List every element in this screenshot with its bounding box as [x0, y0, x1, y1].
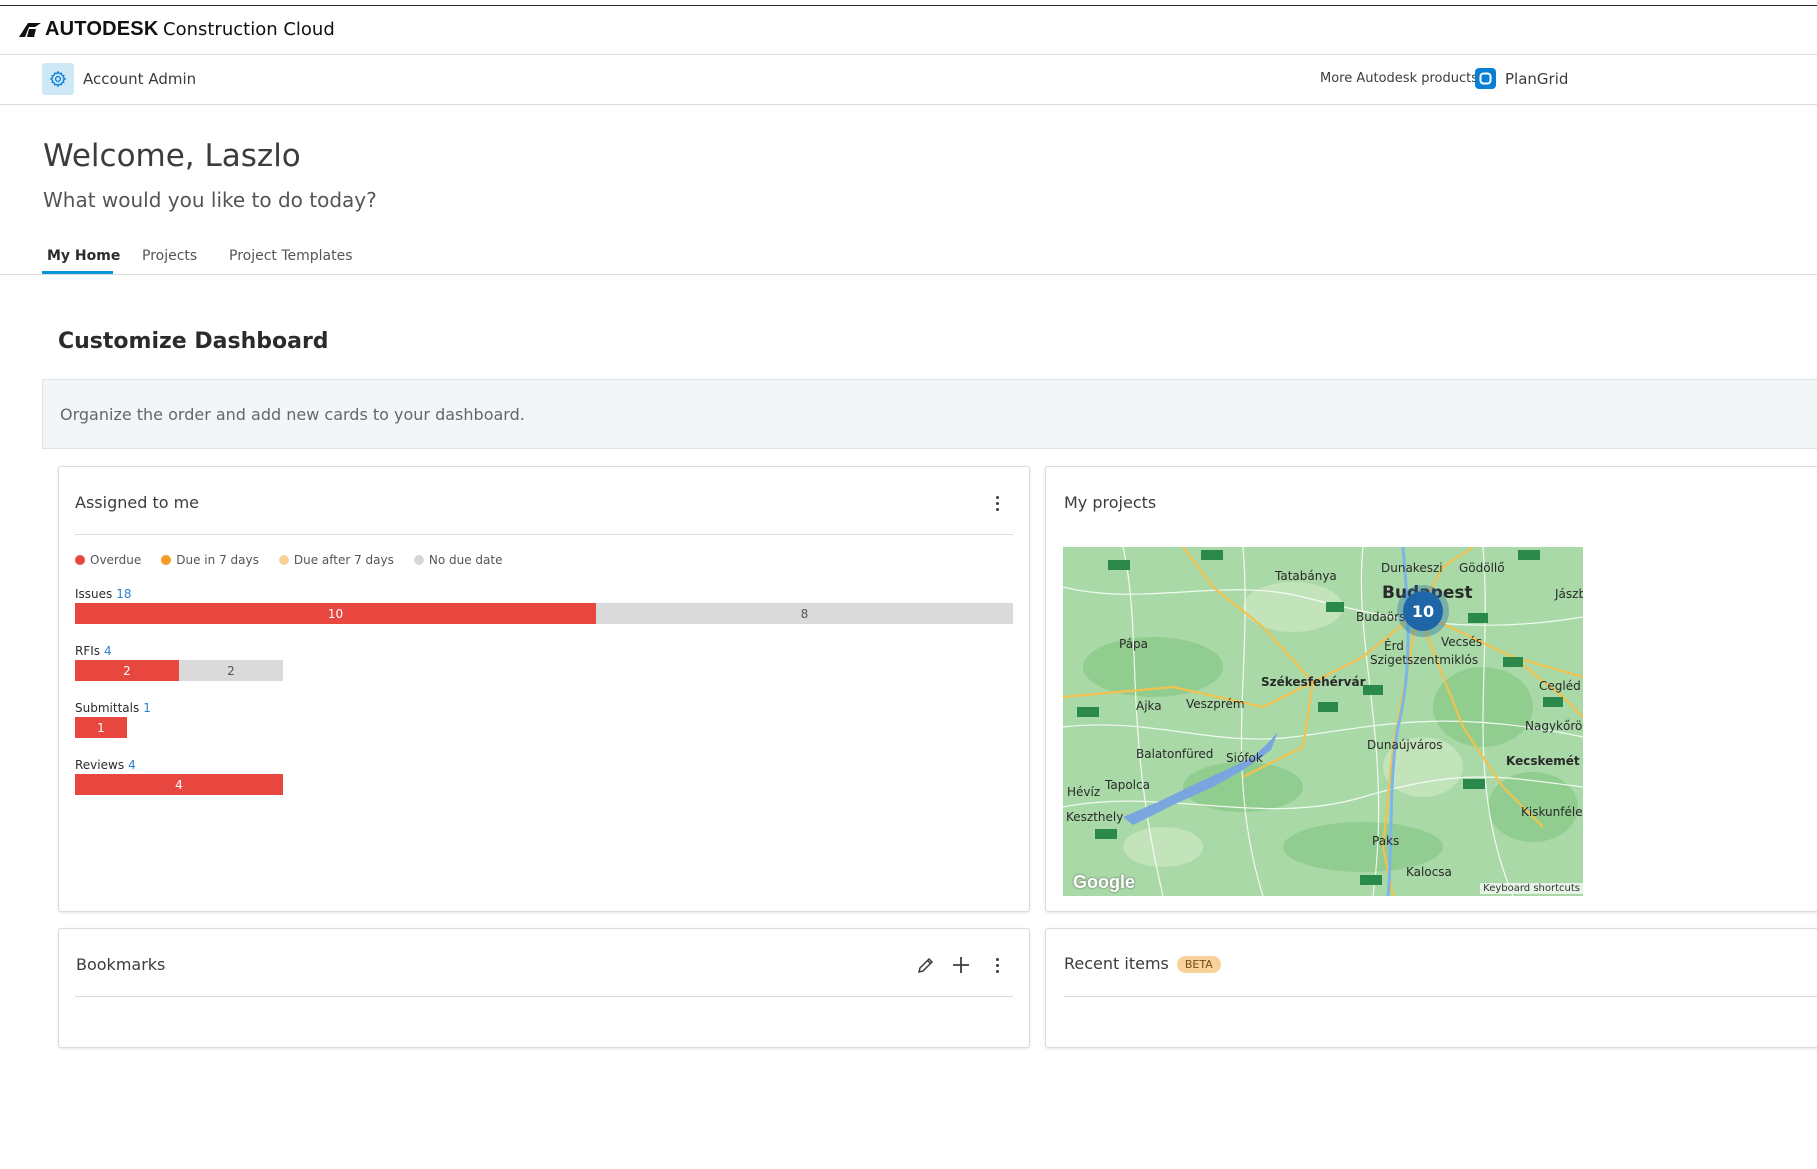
- legend-dot: [75, 555, 85, 565]
- welcome-title: Welcome, Laszlo: [43, 138, 301, 174]
- map-place-label: Jászberény: [1555, 587, 1583, 601]
- card-title: Recent items BETA: [1064, 954, 1221, 973]
- map-place-label: Kiskunfélegyháza: [1521, 805, 1583, 819]
- map-place-label: Ajka: [1136, 699, 1162, 713]
- more-options-icon[interactable]: [987, 953, 1007, 977]
- map-place-label: Vecsés: [1441, 635, 1483, 649]
- active-tab-indicator: [42, 271, 113, 274]
- map-place-label: Kalocsa: [1406, 865, 1452, 879]
- issues-no-due-bar[interactable]: 8: [596, 603, 1013, 624]
- more-options-icon[interactable]: [987, 491, 1007, 515]
- map-place-label: Paks: [1372, 834, 1400, 848]
- card-divider: [75, 534, 1013, 535]
- map-place-label: Nagykőrös: [1525, 719, 1583, 733]
- legend-dot: [278, 555, 289, 565]
- reviews-overdue-bar[interactable]: 4: [75, 774, 283, 795]
- bookmarks-card: Bookmarks: [58, 928, 1030, 1048]
- tab-projects[interactable]: Projects: [142, 248, 197, 264]
- submittals-label[interactable]: Submittals 1: [75, 701, 151, 715]
- map-place-label: Érd: [1384, 639, 1404, 653]
- keyboard-shortcuts-link[interactable]: Keyboard shortcuts: [1480, 883, 1583, 894]
- edit-pencil-icon[interactable]: [914, 953, 938, 977]
- brand-bar: AUTODESK Construction Cloud: [0, 6, 1817, 55]
- plangrid-icon[interactable]: [1475, 68, 1496, 89]
- card-title: My projects: [1064, 493, 1157, 512]
- legend-item-no-due[interactable]: No due date: [413, 553, 503, 567]
- map-place-label: Tapolca: [1105, 778, 1150, 792]
- card-divider: [1064, 996, 1817, 997]
- more-products-link[interactable]: More Autodesk products: [1320, 71, 1478, 86]
- legend-label: Due in 7 days: [176, 553, 259, 567]
- map-place-label: Hévíz: [1067, 785, 1101, 799]
- recent-items-card: Recent items BETA: [1045, 928, 1817, 1048]
- plangrid-link[interactable]: PlanGrid: [1505, 70, 1568, 88]
- rfis-no-due-bar[interactable]: 2: [179, 660, 283, 681]
- map-place-label: Siófok: [1226, 751, 1263, 765]
- map-place-label: Budaörs: [1356, 610, 1406, 624]
- legend-item-due-after-7[interactable]: Due after 7 days: [278, 553, 394, 567]
- submittals-overdue-bar[interactable]: 1: [75, 717, 127, 738]
- info-banner: Organize the order and add new cards to …: [42, 379, 1817, 449]
- tab-my-home[interactable]: My Home: [47, 248, 120, 264]
- map-place-label: Gödöllő: [1459, 561, 1505, 575]
- gear-icon[interactable]: [42, 63, 74, 95]
- map-place-label: Cegléd: [1539, 679, 1581, 693]
- recent-items-title: Recent items: [1064, 954, 1169, 973]
- brand-product: Construction Cloud: [163, 19, 335, 40]
- map-place-label: Pápa: [1119, 637, 1149, 651]
- map-place-label: Keszthely: [1066, 810, 1124, 824]
- map-place-label: Veszprém: [1186, 697, 1245, 711]
- rfis-label[interactable]: RFIs 4: [75, 644, 112, 658]
- map-place-label: Balatonfüred: [1136, 747, 1214, 761]
- beta-badge: BETA: [1176, 956, 1221, 973]
- card-title: Assigned to me: [75, 493, 200, 512]
- info-banner-text: Organize the order and add new cards to …: [60, 405, 525, 424]
- account-admin-link[interactable]: Account Admin: [83, 70, 196, 88]
- card-title: Bookmarks: [76, 955, 166, 974]
- legend-label: Overdue: [90, 553, 142, 567]
- rfis-overdue-bar[interactable]: 2: [75, 660, 179, 681]
- welcome-subtitle: What would you like to do today?: [43, 188, 377, 212]
- customize-dashboard-title: Customize Dashboard: [58, 329, 329, 354]
- tab-project-templates[interactable]: Project Templates: [229, 248, 353, 264]
- map-place-label: Tatabánya: [1275, 569, 1337, 583]
- legend-item-overdue[interactable]: Overdue: [75, 553, 141, 567]
- map-place-label: Székesfehérvár: [1261, 675, 1366, 689]
- map-place-label: Dunaújváros: [1367, 738, 1443, 752]
- app-bar: Account Admin More Autodesk products Pla…: [0, 55, 1817, 105]
- reviews-count: 4: [128, 758, 136, 772]
- legend-label: Due after 7 days: [293, 553, 394, 567]
- map-place-label: Kecskemét: [1506, 754, 1580, 768]
- add-plus-icon[interactable]: [949, 953, 973, 977]
- map-place-label: Szigetszentmiklós: [1370, 653, 1479, 667]
- card-divider: [75, 996, 1013, 997]
- assigned-to-me-card: Assigned to me Overdue Due in 7 days Due…: [58, 466, 1030, 912]
- reviews-label[interactable]: Reviews 4: [75, 758, 136, 772]
- submittals-count: 1: [143, 701, 151, 715]
- status-legend: Overdue Due in 7 days Due after 7 days N…: [75, 553, 503, 567]
- home-tabs: My Home Projects Project Templates: [0, 238, 1817, 275]
- projects-map[interactable]: Tatabánya Dunakeszi Gödöllő Budapest Bud…: [1063, 547, 1583, 896]
- brand-name[interactable]: AUTODESK: [45, 18, 158, 41]
- legend-label: No due date: [428, 553, 503, 567]
- issues-label[interactable]: Issues 18: [75, 587, 132, 601]
- legend-dot: [161, 555, 172, 565]
- autodesk-logo-icon: [19, 23, 41, 37]
- legend-item-due-7[interactable]: Due in 7 days: [161, 553, 259, 567]
- rfis-count: 4: [104, 644, 112, 658]
- google-logo[interactable]: Google: [1073, 872, 1135, 893]
- map-place-label: Dunakeszi: [1381, 561, 1443, 575]
- project-cluster-marker[interactable]: 10: [1403, 591, 1443, 631]
- my-projects-card: My projects Tatabánya Dunakeszi Gödöllő …: [1045, 466, 1817, 912]
- map-background: [1063, 547, 1583, 896]
- issues-count: 18: [116, 587, 132, 601]
- legend-dot: [413, 555, 424, 565]
- issues-overdue-bar[interactable]: 10: [75, 603, 596, 624]
